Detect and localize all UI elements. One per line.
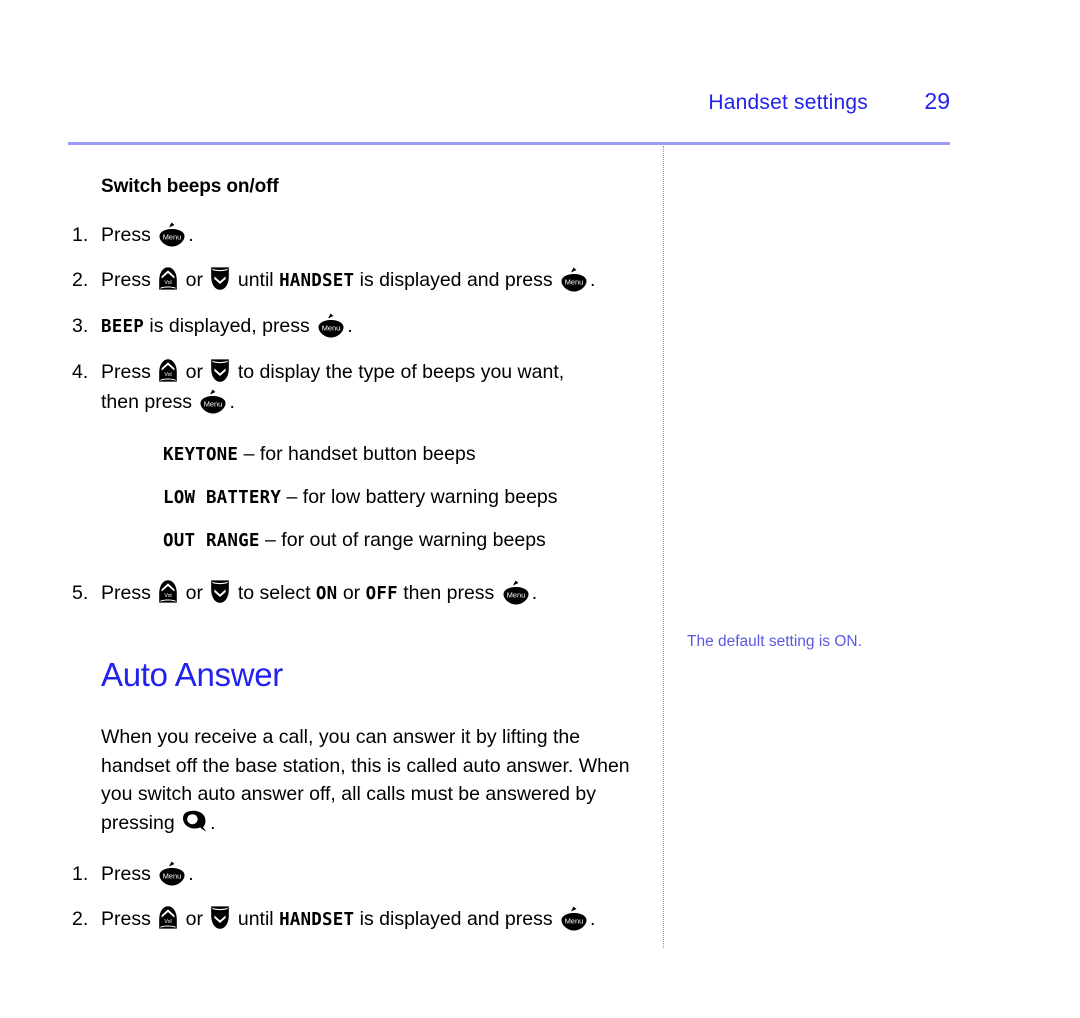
svg-text:Menu: Menu: [163, 872, 182, 881]
volume-down-button-icon: [209, 266, 231, 291]
step-text-until: until: [232, 908, 280, 931]
header-divider-rule: [68, 142, 950, 145]
step-number: 5.: [72, 582, 89, 604]
step-item: 5. Press Vol or to select ON or OFF then…: [0, 578, 660, 609]
volume-down-button-icon: [209, 579, 231, 604]
step-text-press: Press: [101, 269, 157, 291]
auto-answer-paragraph: When you receive a call, you can answer …: [101, 723, 641, 837]
step-text-display-beeps: to display the type of beeps you want,: [232, 361, 565, 383]
beep-type-description: – for handset button beeps: [238, 443, 476, 465]
step-text-or: or: [337, 582, 366, 604]
menu-button-icon: Menu: [501, 579, 531, 606]
step-text-then-press: then press: [397, 582, 500, 604]
menu-button-icon: Menu: [157, 221, 187, 248]
switch-beeps-step-list: 1. Press Menu . 2. Press Vol or until HA…: [0, 220, 660, 417]
menu-button-icon: Menu: [316, 312, 346, 339]
step-text-then-press: then press: [101, 391, 198, 413]
svg-text:Vol: Vol: [165, 919, 172, 925]
svg-text:Menu: Menu: [163, 233, 182, 242]
svg-text:Menu: Menu: [506, 591, 525, 600]
svg-text:Vol: Vol: [165, 372, 172, 378]
menu-button-icon: Menu: [559, 905, 589, 932]
step-number: 2.: [72, 908, 89, 931]
volume-down-button-icon: [209, 358, 231, 383]
step-text-period: .: [347, 315, 353, 337]
lcd-text-out-range: OUT RANGE: [163, 531, 260, 551]
step-item: 3. BEEP is displayed, press Menu .: [0, 311, 660, 342]
volume-up-button-icon: Vol: [157, 266, 179, 291]
svg-text:Vol: Vol: [165, 280, 172, 286]
column-divider-dotted: [663, 146, 664, 948]
svg-text:Menu: Menu: [565, 917, 584, 926]
step-text-press: Press: [101, 582, 157, 604]
step-number: 4.: [72, 361, 89, 383]
lcd-text-on: ON: [315, 584, 338, 604]
page-header: Handset settings 29: [0, 88, 950, 126]
lcd-text-off: OFF: [365, 584, 398, 604]
step-text-or: or: [180, 908, 209, 931]
step-text-or: or: [180, 269, 209, 291]
auto-answer-paragraph-text: When you receive a call, you can answer …: [101, 726, 630, 834]
step-text-displayed-press: is displayed and press: [354, 908, 558, 931]
auto-answer-paragraph-end: .: [210, 811, 216, 834]
svg-text:Menu: Menu: [204, 400, 223, 409]
svg-text:Menu: Menu: [565, 278, 584, 287]
step-text-press: Press: [101, 908, 157, 931]
beep-type-description: – for low battery warning beeps: [281, 486, 558, 508]
step-text-press: Press: [101, 224, 157, 246]
step-text-to-select: to select: [232, 582, 316, 604]
step-text-period: .: [188, 224, 194, 246]
switch-beeps-step-list-continued: 5. Press Vol or to select ON or OFF then…: [0, 578, 660, 609]
beep-type-item: KEYTONE – for handset button beeps: [163, 439, 660, 470]
volume-up-button-icon: Vol: [157, 905, 179, 930]
step-text-press: Press: [101, 361, 157, 383]
step-text-period: .: [229, 391, 235, 413]
step-text-displayed-press: is displayed and press: [354, 269, 558, 291]
auto-answer-step-list: 1. Press Menu . 2. Press Vol or until HA…: [0, 859, 660, 935]
lcd-text-handset: HANDSET: [279, 271, 355, 291]
step-item: 1. Press Menu .: [0, 859, 660, 889]
lcd-text-beep: BEEP: [101, 317, 144, 337]
page-title: Handset settings: [708, 91, 868, 114]
sidebar-note-default-setting: The default setting is ON.: [687, 633, 862, 650]
step-text-period: .: [590, 908, 596, 931]
beep-type-description: – for out of range warning beeps: [259, 529, 546, 551]
step-number: 1.: [72, 863, 89, 886]
step-number: 1.: [72, 224, 89, 246]
menu-button-icon: Menu: [559, 266, 589, 293]
volume-down-button-icon: [209, 905, 231, 930]
menu-button-icon: Menu: [157, 860, 187, 887]
document-page: Handset settings 29 Switch beeps on/off …: [0, 0, 1080, 1018]
beep-type-item: OUT RANGE – for out of range warning bee…: [163, 525, 660, 556]
step-number: 2.: [72, 269, 89, 291]
step-text-until: until: [232, 269, 280, 291]
lcd-text-handset: HANDSET: [279, 910, 355, 931]
step-text-press: Press: [101, 863, 157, 886]
step-item: 2. Press Vol or until HANDSET is display…: [0, 904, 660, 935]
step-text-period: .: [531, 582, 538, 604]
lcd-text-low-battery: LOW BATTERY: [163, 488, 282, 508]
step-number: 3.: [72, 315, 89, 337]
step-text-or: or: [180, 582, 209, 604]
main-content-column: Switch beeps on/off 1. Press Menu . 2. P…: [0, 160, 660, 935]
volume-up-button-icon: Vol: [157, 358, 179, 383]
step-item: 1. Press Menu .: [0, 220, 660, 250]
menu-button-icon: Menu: [198, 388, 228, 415]
step-item: 4. Press Vol or to display the type of b…: [0, 357, 660, 417]
svg-text:Vol: Vol: [165, 593, 172, 599]
section-heading-switch-beeps: Switch beeps on/off: [101, 176, 279, 197]
section-heading-auto-answer: Auto Answer: [101, 656, 283, 693]
step-text-period: .: [188, 863, 194, 886]
beep-type-list: KEYTONE – for handset button beeps LOW B…: [0, 439, 660, 556]
page-number: 29: [924, 88, 950, 114]
step-text-period: .: [590, 269, 596, 291]
talk-button-icon: [182, 809, 208, 833]
step-text-or: or: [180, 361, 209, 383]
step-item: 2. Press Vol or until HANDSET is display…: [0, 265, 660, 296]
beep-type-item: LOW BATTERY – for low battery warning be…: [163, 482, 660, 513]
step-text-displayed-press: is displayed, press: [143, 315, 316, 337]
volume-up-button-icon: Vol: [157, 579, 179, 604]
svg-text:Menu: Menu: [322, 324, 341, 333]
lcd-text-keytone: KEYTONE: [163, 445, 239, 465]
